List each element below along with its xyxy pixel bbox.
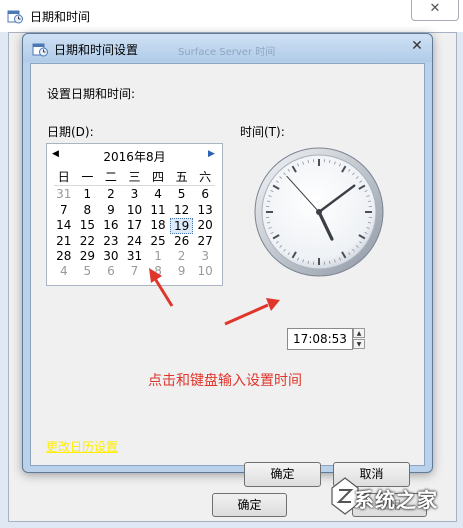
calendar-day[interactable]: 13 <box>193 203 217 218</box>
calendar-day[interactable]: 7 <box>52 203 76 218</box>
calendar-day[interactable]: 4 <box>146 187 170 202</box>
dialog-titlebar: 日期和时间设置 Surface Server 时间 ✕ <box>23 34 432 62</box>
dialog-ghost-title: Surface Server 时间 <box>178 47 276 58</box>
dialog-close-button[interactable]: ✕ <box>407 37 427 55</box>
prev-month-icon[interactable]: ◀ <box>52 149 59 159</box>
outer-window-title: 日期和时间 <box>30 10 91 24</box>
calendar-day[interactable]: 30 <box>99 249 123 264</box>
calendar-day[interactable]: 9 <box>170 264 194 279</box>
datetime-settings-dialog: 日期和时间设置 Surface Server 时间 ✕ 设置日期和时间: 日期(… <box>22 33 433 487</box>
calendar-day-selected[interactable]: 19 <box>169 218 194 234</box>
calendar-day[interactable]: 5 <box>76 264 100 279</box>
calendar-grid: 日 一 二 三 四 五 六 31 1 2 3 4 5 6 7 8 9 10 11… <box>52 170 217 280</box>
calendar-day[interactable]: 16 <box>99 218 123 233</box>
calendar-day[interactable]: 24 <box>123 234 147 249</box>
annotation-text: 点击和键盘输入设置时间 <box>148 373 302 389</box>
calendar-month-title[interactable]: 2016年8月 <box>47 148 222 165</box>
weekday-label: 三 <box>128 170 141 184</box>
set-datetime-label: 设置日期和时间: <box>47 87 136 101</box>
calendar-day[interactable]: 1 <box>146 249 170 264</box>
calendar-day[interactable]: 29 <box>76 249 100 264</box>
calendar-week: 7 8 9 10 11 12 13 <box>52 203 217 218</box>
calendar-week: 21 22 23 24 25 26 27 <box>52 234 217 249</box>
calendar-day[interactable]: 6 <box>193 187 217 202</box>
calendar-day[interactable]: 2 <box>99 187 123 202</box>
outer-ok-button[interactable]: 确定 <box>212 493 287 517</box>
spin-up-icon[interactable]: ▲ <box>353 328 365 338</box>
weekday-header: 日 一 二 三 四 五 六 <box>52 170 217 185</box>
weekday-label: 一 <box>81 170 94 184</box>
date-label: 日期(D): <box>47 125 94 139</box>
weekday-label: 四 <box>152 170 165 184</box>
watermark-text: 系统之家 <box>354 488 438 512</box>
calendar-day[interactable]: 17 <box>123 218 147 233</box>
dialog-title: 日期和时间设置 <box>54 43 139 57</box>
weekday-label: 二 <box>104 170 117 184</box>
weekday-label: 六 <box>199 170 212 184</box>
weekday-label: 日 <box>57 170 70 184</box>
calendar-day[interactable]: 6 <box>99 264 123 279</box>
calendar-day[interactable]: 14 <box>52 218 76 233</box>
calendar-day[interactable]: 26 <box>170 234 194 249</box>
calendar-day[interactable]: 3 <box>193 249 217 264</box>
calendar-day[interactable]: 20 <box>193 218 217 233</box>
calendar-day[interactable]: 8 <box>146 264 170 279</box>
next-month-icon[interactable]: ▶ <box>208 149 215 159</box>
time-input[interactable]: 17:08:53 <box>287 328 353 350</box>
datetime-icon <box>32 43 48 57</box>
calendar-day[interactable]: 5 <box>170 187 194 202</box>
calendar-day[interactable]: 11 <box>146 203 170 218</box>
calendar-day[interactable]: 18 <box>146 218 170 233</box>
calendar-day[interactable]: 2 <box>170 249 194 264</box>
calendar-day[interactable]: 3 <box>123 187 147 202</box>
change-calendar-settings-link[interactable]: 更改日历设置 <box>46 438 118 455</box>
calendar-day[interactable]: 23 <box>99 234 123 249</box>
dialog-client-area: 设置日期和时间: 日期(D): 时间(T): 2016年8月 ◀ ▶ 日 一 二… <box>30 63 425 487</box>
calendar-day[interactable]: 4 <box>52 264 76 279</box>
calendar-divider <box>54 185 215 187</box>
calendar-day[interactable]: 27 <box>193 234 217 249</box>
outer-close-button[interactable]: ✕ <box>411 0 459 21</box>
calendar-week: 4 5 6 7 8 9 10 <box>52 264 217 279</box>
calendar-day[interactable]: 8 <box>76 203 100 218</box>
calendar-day[interactable]: 28 <box>52 249 76 264</box>
weekday-label: 五 <box>175 170 188 184</box>
watermark-logo: 系统之家 <box>330 470 463 528</box>
calendar-day[interactable]: 9 <box>99 203 123 218</box>
calendar-day[interactable]: 15 <box>76 218 100 233</box>
calendar-week: 14 15 16 17 18 19 20 <box>52 218 217 234</box>
calendar-day[interactable]: 21 <box>52 234 76 249</box>
calendar-day[interactable]: 31 <box>123 249 147 264</box>
calendar-day[interactable]: 10 <box>193 264 217 279</box>
calendar-day[interactable]: 10 <box>123 203 147 218</box>
calendar-day[interactable]: 7 <box>123 264 147 279</box>
calendar-week: 28 29 30 31 1 2 3 <box>52 249 217 264</box>
time-label: 时间(T): <box>240 125 285 139</box>
calendar-day[interactable]: 25 <box>146 234 170 249</box>
calendar-day[interactable]: 22 <box>76 234 100 249</box>
outer-titlebar: 日期和时间 ✕ <box>0 0 463 32</box>
ok-button[interactable]: 确定 <box>244 462 321 487</box>
calendar[interactable]: 2016年8月 ◀ ▶ 日 一 二 三 四 五 六 31 1 2 3 4 5 6… <box>46 143 223 286</box>
calendar-day[interactable]: 12 <box>170 203 194 218</box>
calendar-day[interactable]: 31 <box>52 187 76 202</box>
spin-down-icon[interactable]: ▼ <box>353 339 365 349</box>
datetime-icon <box>7 10 23 24</box>
time-spinner: ▲ ▼ <box>353 328 365 350</box>
calendar-day[interactable]: 1 <box>76 187 100 202</box>
analog-clock-icon <box>254 147 384 277</box>
calendar-week: 31 1 2 3 4 5 6 <box>52 187 217 202</box>
